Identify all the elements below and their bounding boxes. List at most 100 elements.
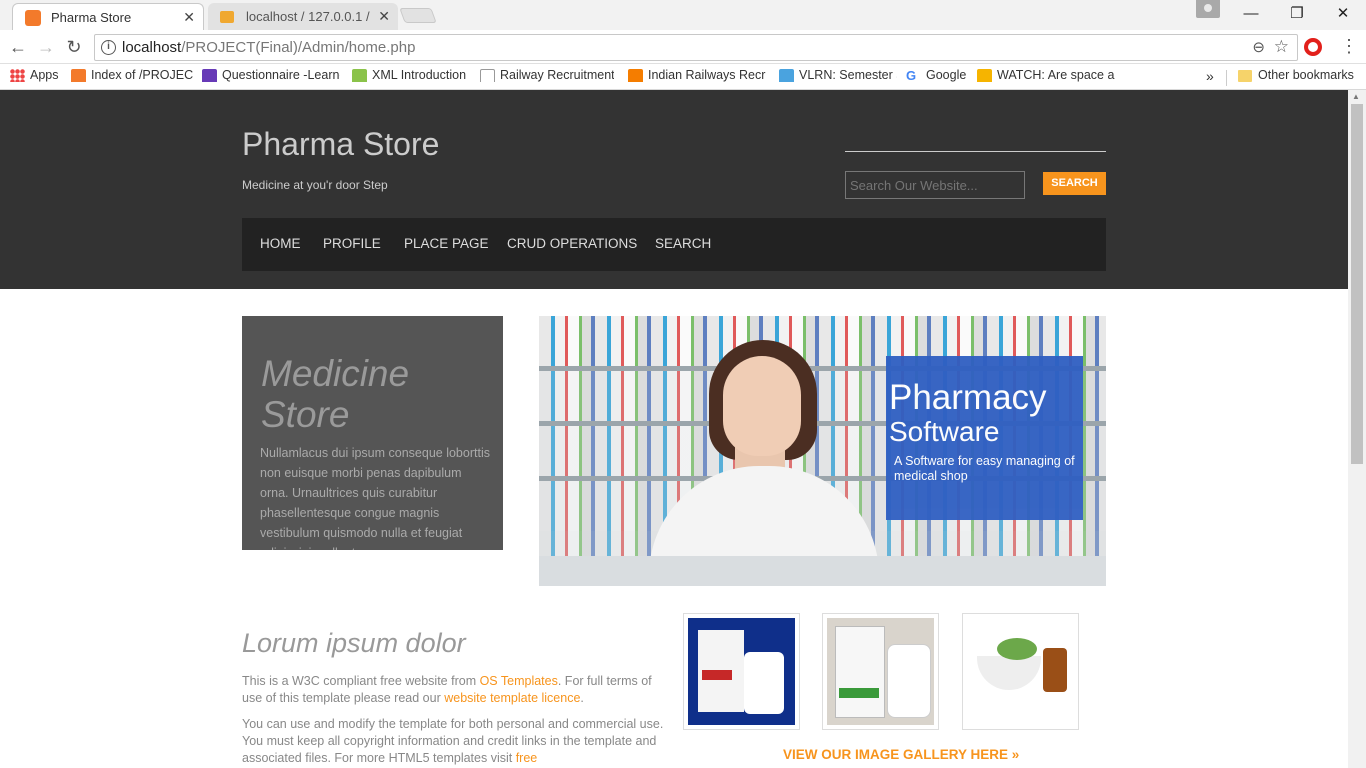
address-bar[interactable]: i localhost/PROJECT(Final)/Admin/home.ph… [94,34,1298,61]
nav-search[interactable]: SEARCH [655,236,711,251]
intro-box: Medicine Store Nullamlacus dui ipsum con… [242,316,503,550]
phpmyadmin-favicon-icon [220,11,234,23]
main-navigation: HOME PROFILE PLACE PAGE CRUD OPERATIONS … [242,218,1106,271]
bookmark-questionnaire[interactable]: Questionnaire -Learne [202,68,340,82]
product-bottle [887,644,931,718]
bookmark-xml-introduction[interactable]: XML Introduction [352,68,470,82]
more-bookmarks-chevron-icon[interactable]: » [1206,68,1214,84]
gallery-thumb-sunitinib[interactable] [822,613,939,730]
hero-line-pharmacy: Pharmacy [889,378,1047,417]
bookmark-star-icon[interactable]: ☆ [1274,37,1289,57]
bookmark-label: Railway Recruitment E [500,68,614,82]
tab-title: Pharma Store [51,10,132,25]
other-bookmarks-label: Other bookmarks [1258,68,1354,82]
product-box [835,626,885,718]
bookmarks-bar: Apps Index of /PROJECT Questionnaire -Le… [0,64,1366,90]
bookmark-indian-railways[interactable]: Indian Railways Recru [628,68,766,82]
bookmark-apps[interactable]: Apps [10,68,65,82]
intro-text: Nullamlacus dui ipsum conseque loborttis… [260,446,490,550]
bookmark-watch-space[interactable]: WATCH: Are space and [977,68,1115,82]
bookmark-label: Questionnaire -Learne [222,68,340,82]
window-close-button[interactable]: ✕ [1320,0,1366,30]
mortar-bowl [977,656,1041,690]
nav-home[interactable]: HOME [260,236,301,251]
other-bookmarks[interactable]: Other bookmarks [1238,68,1358,82]
pharmacy-counter [539,556,1106,586]
bookmarks-divider [1226,70,1227,86]
tab-pharma-store[interactable]: Pharma Store ✕ [12,3,204,30]
back-arrow-icon[interactable]: ← [6,35,30,59]
dinex-product-image [688,618,795,725]
amber-bottle [1043,648,1067,692]
page-viewport: Pharma Store Medicine at you'r door Step… [0,90,1348,768]
tab-strip: Pharma Store ✕ localhost / 127.0.0.1 / p… [0,0,1366,30]
pharmacist-face [723,356,801,456]
opera-extension-icon[interactable] [1304,38,1322,56]
bookmark-index-project[interactable]: Index of /PROJECT [71,68,193,82]
forms-icon [202,69,217,82]
zoom-icon[interactable]: ⊖ [1252,38,1265,56]
view-gallery-link[interactable]: VIEW OUR IMAGE GALLERY HERE » [783,747,1019,762]
scroll-thumb[interactable] [1351,104,1363,464]
product-label [702,670,732,680]
hero-line-software: Software [889,416,1000,447]
content-title: Lorum ipsum dolor [242,628,466,658]
forward-arrow-icon[interactable]: → [34,35,58,59]
xampp-icon [71,69,86,82]
xml-icon [352,69,367,82]
bookmark-label: Index of /PROJECT [91,68,193,82]
p1-text-before: This is a W3C compliant free website fro… [242,674,480,688]
free-templates-link[interactable]: free [516,751,538,765]
site-info-icon[interactable]: i [101,40,116,55]
p1-text-after: . [580,691,584,705]
profile-avatar-icon[interactable] [1196,0,1220,18]
new-tab-button[interactable] [399,8,437,23]
maximize-button[interactable]: ❐ [1274,0,1320,30]
bookmark-label: Apps [30,68,59,82]
page-scrollbar[interactable]: ▲ [1348,90,1366,768]
site-title[interactable]: Pharma Store [242,126,439,163]
bookmark-google[interactable]: G Google [906,68,970,82]
bookmark-vlrn[interactable]: VLRN: Semester 5 [779,68,897,82]
gallery-thumb-herbal[interactable] [962,613,1079,730]
site-search-button[interactable]: SEARCH [1043,172,1106,195]
address-url[interactable]: localhost/PROJECT(Final)/Admin/home.php [122,39,415,56]
herbal-mortar-image [967,618,1074,725]
browser-menu-icon[interactable]: ⋮ [1340,36,1358,57]
herb-leaves [997,638,1037,660]
hero-caption-panel: Pharmacy Software A Software for easy ma… [886,356,1083,520]
os-templates-link[interactable]: OS Templates [480,674,558,688]
page-icon [480,69,495,82]
tab-close-icon[interactable]: ✕ [378,8,390,25]
site-header: Pharma Store Medicine at you'r door Step… [0,90,1348,289]
bookmark-label: VLRN: Semester 5 [799,68,897,82]
tab-phpmyadmin[interactable]: localhost / 127.0.0.1 / pro ✕ [208,3,398,30]
browser-toolbar: ← → ↻ i localhost/PROJECT(Final)/Admin/h… [0,30,1366,64]
site-tagline: Medicine at you'r door Step [242,178,388,192]
bookmark-railway-recruitment[interactable]: Railway Recruitment E [480,68,614,82]
template-licence-link[interactable]: website template licence [444,691,580,705]
intro-title: Medicine Store [261,353,410,435]
minimize-button[interactable]: — [1228,0,1274,30]
bookmark-label: Google [926,68,967,82]
sunitinib-product-image [827,618,934,725]
gallery-thumb-dinex[interactable] [683,613,800,730]
folder-icon [1238,70,1252,82]
scroll-up-arrow-icon[interactable]: ▲ [1352,92,1360,101]
apps-grid-icon [10,69,25,82]
vlrn-icon [779,69,794,82]
reload-icon[interactable]: ↻ [62,35,86,59]
site-search-input[interactable] [845,171,1025,199]
watch-icon [977,69,992,82]
bookmark-label: XML Introduction [372,68,467,82]
product-bottle [744,652,784,714]
tab-title: localhost / 127.0.0.1 / pro [246,9,371,24]
tab-close-icon[interactable]: ✕ [183,9,195,26]
product-label [839,688,879,698]
content-paragraph-2: You can use and modify the template for … [242,716,667,767]
nav-place-page[interactable]: PLACE PAGE [404,236,489,251]
p2-text: You can use and modify the template for … [242,717,664,765]
nav-profile[interactable]: PROFILE [323,236,381,251]
nav-crud-operations[interactable]: CRUD OPERATIONS [507,236,637,251]
hero-subtitle: A Software for easy managing of medical … [894,454,1075,483]
